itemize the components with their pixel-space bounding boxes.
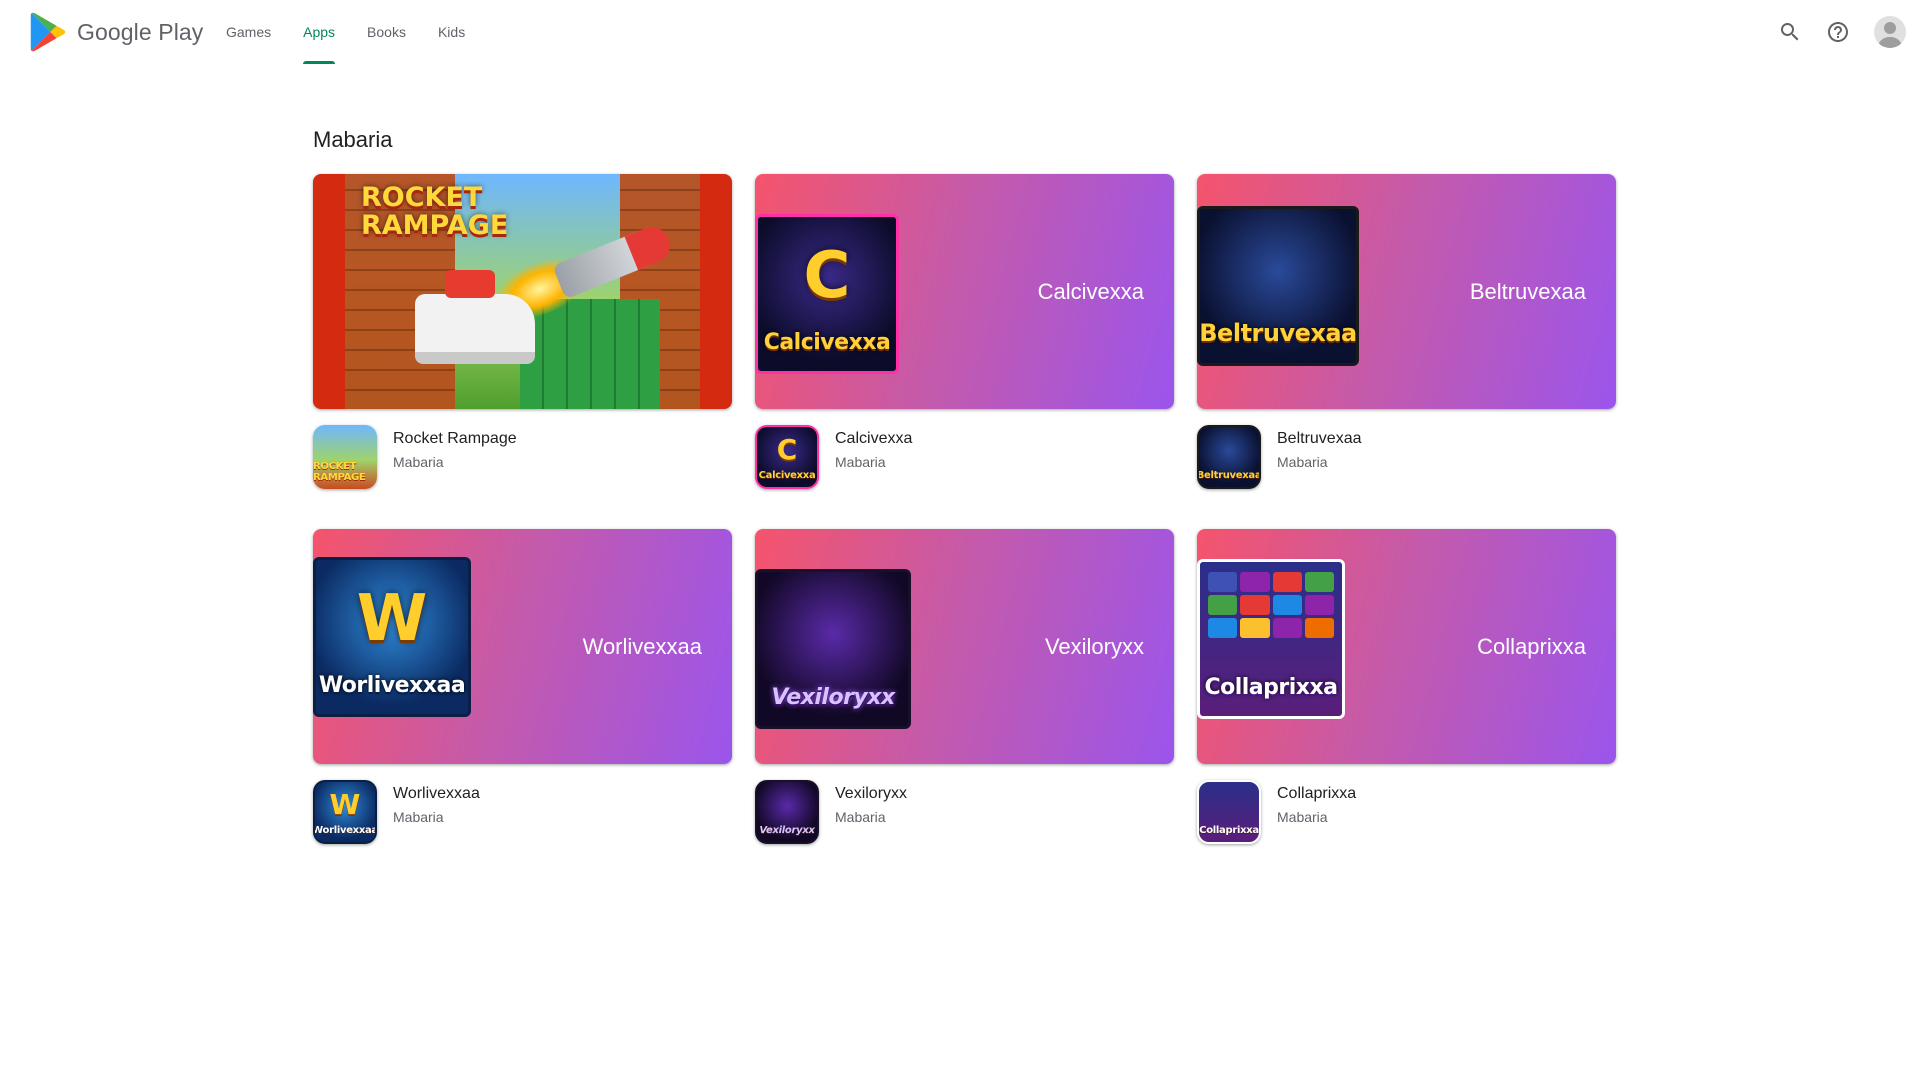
account-avatar[interactable] — [1874, 16, 1906, 48]
banner-art-letter: W — [356, 582, 428, 656]
app-icon-letter: W — [329, 788, 361, 821]
app-meta: Worlivexxaa Mabaria — [393, 780, 480, 844]
number-tiles-graphic — [1208, 572, 1334, 638]
tab-kids[interactable]: Kids — [422, 0, 481, 64]
developer-name[interactable]: Mabaria — [1277, 807, 1356, 827]
app-icon-wordmark: Vexiloryxx — [759, 825, 815, 836]
app-name[interactable]: Worlivexxaa — [393, 784, 480, 804]
app-card-worlivexxaa[interactable]: W Worlivexxaa Worlivexxaa W Worlivexxaa … — [313, 529, 732, 844]
tab-games[interactable]: Games — [210, 0, 287, 64]
app-banner[interactable]: W Worlivexxaa Worlivexxaa — [313, 529, 732, 764]
app-banner[interactable]: ROCKET RAMPAGE — [313, 174, 732, 409]
app-name[interactable]: Calcivexxa — [835, 429, 912, 449]
app-info: Beltruvexaa Beltruvexaa Mabaria — [1197, 425, 1616, 489]
app-name[interactable]: Beltruvexaa — [1277, 429, 1362, 449]
header-actions — [1770, 12, 1906, 52]
banner-artwork: ROCKET RAMPAGE — [345, 174, 700, 409]
app-icon-wordmark: ROCKET RAMPAGE — [313, 461, 366, 483]
tab-apps[interactable]: Apps — [287, 0, 351, 64]
top-app-bar: Google Play Games Apps Books Kids — [0, 0, 1920, 64]
main-content: Mabaria ROCKET RAMPAGE ROCKET RAMPAGE Ro… — [313, 120, 1617, 844]
app-meta: Rocket Rampage Mabaria — [393, 425, 517, 489]
app-info: Collaprixxa Collaprixxa Mabaria — [1197, 780, 1616, 844]
app-icon-letter: C — [776, 433, 798, 466]
app-icon-wordmark: Collaprixxa — [1199, 825, 1259, 836]
app-meta: Beltruvexaa Mabaria — [1277, 425, 1362, 489]
developer-name[interactable]: Mabaria — [835, 452, 912, 472]
help-button[interactable] — [1818, 12, 1858, 52]
app-name[interactable]: Rocket Rampage — [393, 429, 517, 449]
banner-app-label: Vexiloryxx — [1044, 633, 1144, 659]
app-card-rocket-rampage[interactable]: ROCKET RAMPAGE ROCKET RAMPAGE Rocket Ramp… — [313, 174, 732, 489]
app-icon-wordmark: Calcivexxa — [758, 470, 816, 481]
banner-artwork: Collaprixxa — [1197, 559, 1345, 719]
app-info: Vexiloryxx Vexiloryxx Mabaria — [755, 780, 1174, 844]
play-logo-icon — [30, 12, 66, 52]
banner-art-letter: C — [803, 239, 851, 313]
app-icon-wordmark: Worlivexxaa — [313, 825, 377, 836]
app-card-beltruvexaa[interactable]: Beltruvexaa Beltruvexaa Beltruvexaa Belt… — [1197, 174, 1616, 489]
banner-game-title: ROCKET RAMPAGE — [361, 182, 509, 241]
app-icon[interactable]: W Worlivexxaa — [313, 780, 377, 844]
app-meta: Calcivexxa Mabaria — [835, 425, 912, 489]
banner-app-label: Calcivexxa — [1037, 278, 1144, 304]
app-banner[interactable]: Vexiloryxx Vexiloryxx — [755, 529, 1174, 764]
banner-app-label: Worlivexxaa — [582, 633, 702, 659]
app-icon[interactable]: Vexiloryxx — [755, 780, 819, 844]
search-button[interactable] — [1770, 12, 1810, 52]
app-card-vexiloryxx[interactable]: Vexiloryxx Vexiloryxx Vexiloryxx Vexilor… — [755, 529, 1174, 844]
developer-name[interactable]: Mabaria — [393, 807, 480, 827]
app-icon[interactable]: Beltruvexaa — [1197, 425, 1261, 489]
tank-graphic — [415, 270, 535, 364]
banner-artwork: W Worlivexxaa — [313, 557, 471, 717]
app-info: ROCKET RAMPAGE Rocket Rampage Mabaria — [313, 425, 732, 489]
app-icon[interactable]: ROCKET RAMPAGE — [313, 425, 377, 489]
app-grid: ROCKET RAMPAGE ROCKET RAMPAGE Rocket Ramp… — [313, 174, 1617, 844]
tab-books[interactable]: Books — [351, 0, 422, 64]
banner-art-wordmark: Vexiloryxx — [771, 685, 895, 710]
app-meta: Vexiloryxx Mabaria — [835, 780, 907, 844]
banner-app-label: Beltruvexaa — [1469, 278, 1586, 304]
app-info: W Worlivexxaa Worlivexxaa Mabaria — [313, 780, 732, 844]
logo-text: Google Play — [77, 18, 204, 45]
banner-art-wordmark: Collaprixxa — [1204, 675, 1338, 700]
developer-name[interactable]: Mabaria — [1277, 452, 1362, 472]
banner-artwork: Vexiloryxx — [755, 569, 911, 729]
app-meta: Collaprixxa Mabaria — [1277, 780, 1356, 844]
app-card-collaprixxa[interactable]: Collaprixxa Collaprixxa Collaprixxa Coll… — [1197, 529, 1616, 844]
app-banner[interactable]: Collaprixxa Collaprixxa — [1197, 529, 1616, 764]
developer-name[interactable]: Mabaria — [835, 807, 907, 827]
app-name[interactable]: Vexiloryxx — [835, 784, 907, 804]
app-banner[interactable]: C Calcivexxa Calcivexxa — [755, 174, 1174, 409]
google-play-logo[interactable]: Google Play — [30, 12, 203, 52]
app-icon[interactable]: C Calcivexxa — [755, 425, 819, 489]
help-icon — [1828, 22, 1848, 42]
banner-artwork: Beltruvexaa — [1197, 206, 1359, 366]
banner-app-label: Collaprixxa — [1477, 633, 1586, 659]
developer-name[interactable]: Mabaria — [393, 452, 517, 472]
app-icon-wordmark: Beltruvexaa — [1197, 470, 1261, 481]
main-nav: Games Apps Books Kids — [210, 0, 481, 64]
banner-art-wordmark: Calcivexxa — [763, 330, 891, 355]
banner-art-wordmark: Worlivexxaa — [318, 673, 466, 698]
app-card-calcivexxa[interactable]: C Calcivexxa Calcivexxa C Calcivexxa Cal… — [755, 174, 1174, 489]
banner-art-wordmark: Beltruvexaa — [1199, 319, 1357, 347]
section-title: Mabaria — [313, 127, 393, 152]
app-name[interactable]: Collaprixxa — [1277, 784, 1356, 804]
app-info: C Calcivexxa Calcivexxa Mabaria — [755, 425, 1174, 489]
banner-artwork: C Calcivexxa — [755, 214, 899, 374]
app-icon[interactable]: Collaprixxa — [1197, 780, 1261, 844]
search-icon — [1781, 23, 1799, 41]
person-icon — [1878, 22, 1902, 48]
app-banner[interactable]: Beltruvexaa Beltruvexaa — [1197, 174, 1616, 409]
